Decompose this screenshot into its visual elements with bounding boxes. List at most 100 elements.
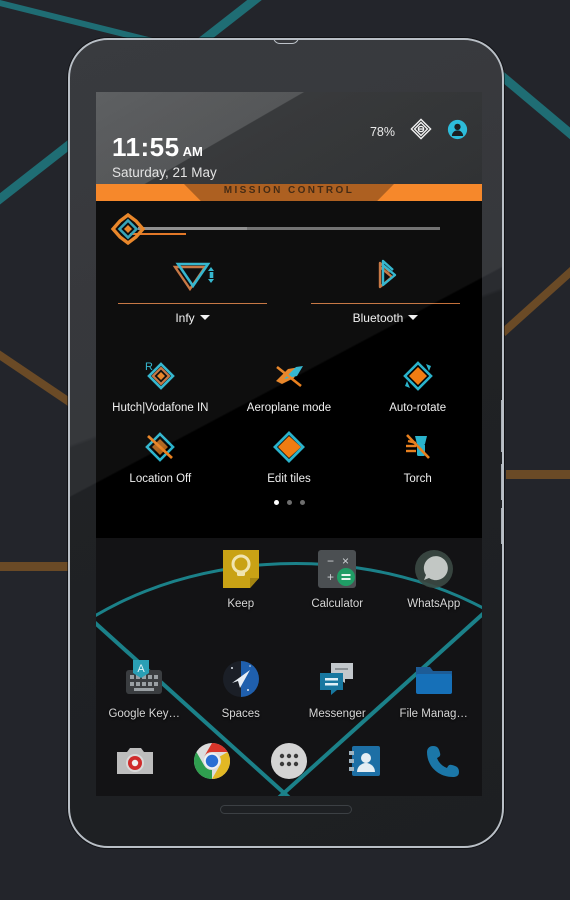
qs-toggle-label-bluetooth[interactable]: Bluetooth (289, 311, 482, 325)
qs-tile-torch[interactable]: Torch (353, 424, 482, 495)
qs-tile-label: Torch (403, 473, 432, 485)
user-avatar-icon[interactable] (447, 119, 468, 145)
qs-tile-auto-rotate[interactable]: Auto-rotate (353, 353, 482, 424)
page-dot-1[interactable] (273, 500, 279, 505)
page-dot-2[interactable] (286, 500, 292, 505)
phone-top-bump (273, 40, 299, 44)
home-app-messenger[interactable]: Messenger (289, 657, 386, 720)
auto-rotate-icon[interactable] (399, 359, 437, 393)
wifi-triangle-icon[interactable] (169, 259, 217, 297)
dock-item-chrome[interactable] (173, 740, 250, 782)
qs-toggle-bluetooth[interactable]: Bluetooth (289, 257, 482, 349)
home-app-calculator[interactable]: − × + Calculator (289, 547, 386, 610)
whatsapp-icon[interactable] (412, 547, 456, 591)
home-app-label: File Manag… (399, 708, 468, 720)
qs-tile-label: Location Off (129, 473, 192, 485)
qs-tile-label: Aeroplane mode (246, 402, 332, 414)
qs-toggle-label-wifi[interactable]: Infy (96, 311, 289, 325)
dock-item-camera[interactable] (96, 740, 173, 782)
phone-screen: Keep − × + Calculator WhatsApp A Google … (96, 92, 482, 796)
chrome-icon[interactable] (191, 740, 233, 782)
mission-control-gear-icon[interactable] (410, 118, 432, 145)
messenger-icon[interactable] (315, 657, 359, 701)
qs-tile-cell-signal[interactable]: R Hutch|Vodafone IN (96, 353, 225, 424)
quick-settings-panel: 78% 11:55 AM Saturday, 21 May MISSION CO… (96, 92, 482, 538)
location-off-icon[interactable] (141, 430, 179, 464)
page-dot-3[interactable] (299, 500, 305, 505)
home-app-label: Spaces (221, 708, 260, 720)
clock-and-date[interactable]: 11:55 AM Saturday, 21 May (112, 132, 217, 180)
torch-icon[interactable] (399, 430, 437, 464)
qs-toggle-underline (118, 303, 267, 304)
cell-signal-roaming-icon[interactable]: R (141, 359, 179, 393)
qs-tile-aeroplane-mode[interactable]: Aeroplane mode (225, 353, 354, 424)
qs-tile-row-2: Location Off Edit tiles Torch (96, 424, 482, 495)
dock-item-phone[interactable] (405, 740, 482, 782)
camera-icon[interactable] (114, 740, 156, 782)
brightness-track[interactable] (138, 227, 440, 230)
qs-tile-location[interactable]: Location Off (96, 424, 225, 495)
dock-item-app-drawer[interactable] (250, 740, 327, 782)
home-app-spaces[interactable]: Spaces (193, 657, 290, 720)
qs-toggle-wifi[interactable]: Infy (96, 257, 289, 349)
edit-tiles-icon[interactable] (270, 430, 308, 464)
volume-down-button[interactable] (501, 508, 502, 544)
home-app-file-manager[interactable]: File Manag… (386, 657, 483, 720)
home-app-label: WhatsApp (407, 598, 461, 610)
home-app-keep[interactable]: Keep (193, 547, 290, 610)
bottom-speaker-slot (220, 805, 352, 814)
clock-time-value: 11:55 (112, 132, 180, 162)
bg-diagonal-brown-2 (500, 48, 570, 336)
chevron-down-icon[interactable] (199, 315, 210, 320)
svg-text:−: − (327, 554, 334, 568)
qs-page-indicator[interactable] (96, 495, 482, 505)
qs-tile-edit-tiles[interactable]: Edit tiles (225, 424, 354, 495)
home-app-label: Messenger (308, 708, 366, 720)
brightness-diamond-thumb-icon[interactable] (110, 212, 146, 246)
home-app-empty (96, 547, 193, 610)
power-button[interactable] (501, 400, 502, 452)
wifi-network-name: Infy (175, 311, 195, 325)
bluetooth-icon[interactable] (362, 259, 410, 297)
dock-item-contacts[interactable] (328, 740, 405, 782)
brightness-slider[interactable] (96, 201, 482, 257)
brightness-fill (138, 227, 247, 230)
bluetooth-label: Bluetooth (352, 311, 404, 325)
svg-text:A: A (138, 663, 146, 675)
calculator-icon[interactable]: − × + (315, 547, 359, 591)
banner-title: MISSION CONTROL (223, 185, 355, 196)
google-keep-icon[interactable] (219, 547, 263, 591)
qs-status-header: 78% 11:55 AM Saturday, 21 May (96, 92, 482, 184)
contacts-icon[interactable] (345, 740, 387, 782)
file-manager-icon[interactable] (412, 657, 456, 701)
svg-text:+: + (327, 570, 334, 584)
google-spaces-icon[interactable] (219, 657, 263, 701)
volume-up-button[interactable] (501, 464, 502, 500)
phone-dialer-icon[interactable] (422, 740, 464, 782)
empty-slot (122, 547, 166, 591)
qs-tile-grid: R Hutch|Vodafone IN Aeroplane mode Auto-… (96, 349, 482, 505)
home-app-whatsapp[interactable]: WhatsApp (386, 547, 483, 610)
svg-text:R: R (145, 361, 153, 373)
clock-ampm: AM (182, 144, 203, 159)
home-app-row-1: Keep − × + Calculator WhatsApp (96, 547, 482, 610)
clock-time: 11:55 AM (112, 132, 217, 163)
aeroplane-mode-icon[interactable] (270, 359, 308, 393)
chevron-down-icon[interactable] (408, 315, 419, 320)
qs-primary-toggles: Infy Bluetooth (96, 257, 482, 349)
qs-toggle-underline (311, 303, 460, 304)
home-app-google-keyboard[interactable]: A Google Key… (96, 657, 193, 720)
home-app-row-2: A Google Key… Spaces Messenger File Mana… (96, 657, 482, 720)
svg-text:×: × (342, 554, 349, 568)
bg-bar-brown-left (0, 562, 74, 571)
bg-bar-brown-right (506, 470, 570, 479)
phone-device-frame: Keep − × + Calculator WhatsApp A Google … (68, 38, 504, 848)
google-keyboard-icon[interactable]: A (122, 657, 166, 701)
qs-tile-label: Hutch|Vodafone IN (112, 402, 209, 414)
home-dock (96, 740, 482, 782)
qs-tile-label: Edit tiles (267, 473, 311, 485)
status-bar-right-group: 78% (370, 118, 468, 145)
date-label: Saturday, 21 May (112, 165, 217, 180)
app-drawer-icon[interactable] (268, 740, 310, 782)
qs-tile-label: Auto-rotate (389, 402, 447, 414)
